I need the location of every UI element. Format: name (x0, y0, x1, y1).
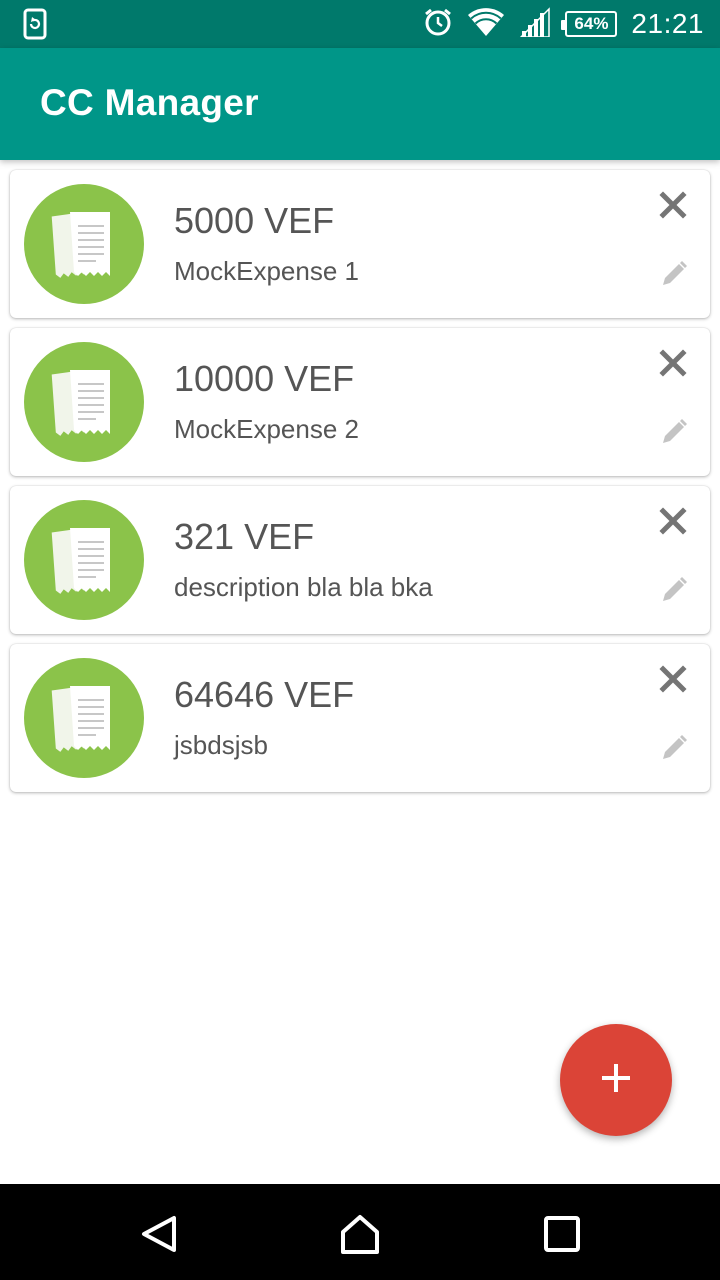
home-icon[interactable] (338, 1212, 382, 1256)
delete-icon[interactable] (658, 348, 688, 378)
edit-icon[interactable] (660, 260, 688, 288)
recents-icon[interactable] (540, 1212, 584, 1256)
expense-card[interactable]: 64646 VEF jsbdsjsb (10, 644, 710, 792)
expense-list: 5000 VEF MockExpense 1 10000 VEF MockExp… (10, 170, 710, 802)
status-bar: 64% 21:21 (0, 0, 720, 48)
sync-icon (22, 8, 48, 40)
delete-icon[interactable] (658, 506, 688, 536)
app-bar: CC Manager (0, 48, 720, 160)
expense-card[interactable]: 10000 VEF MockExpense 2 (10, 328, 710, 476)
receipt-icon (24, 500, 144, 620)
expense-description: description bla bla bka (174, 572, 433, 602)
battery-icon: 64% (561, 11, 618, 37)
alarm-icon (423, 7, 453, 42)
plus-icon (600, 1062, 632, 1099)
expense-card[interactable]: 321 VEF description bla bla bka (10, 486, 710, 634)
edit-icon[interactable] (660, 576, 688, 604)
cell-signal-icon (519, 6, 551, 42)
app-title: CC Manager (40, 82, 259, 123)
expense-description: MockExpense 2 (174, 414, 359, 444)
expense-amount: 64646 VEF (174, 674, 355, 715)
status-time: 21:21 (631, 8, 704, 39)
expense-amount: 10000 VEF (174, 358, 355, 399)
delete-icon[interactable] (658, 664, 688, 694)
expense-amount: 5000 VEF (174, 200, 335, 241)
add-expense-button[interactable] (560, 1024, 672, 1136)
edit-icon[interactable] (660, 734, 688, 762)
delete-icon[interactable] (658, 190, 688, 220)
expense-description: MockExpense 1 (174, 256, 359, 286)
receipt-icon (24, 184, 144, 304)
receipt-icon (24, 342, 144, 462)
battery-level: 64% (574, 14, 609, 33)
wifi-icon (467, 7, 505, 42)
receipt-icon (24, 658, 144, 778)
expense-amount: 321 VEF (174, 516, 315, 557)
edit-icon[interactable] (660, 418, 688, 446)
back-icon[interactable] (138, 1212, 182, 1256)
expense-card[interactable]: 5000 VEF MockExpense 1 (10, 170, 710, 318)
navigation-bar (0, 1184, 720, 1280)
expense-description: jsbdsjsb (174, 730, 268, 760)
